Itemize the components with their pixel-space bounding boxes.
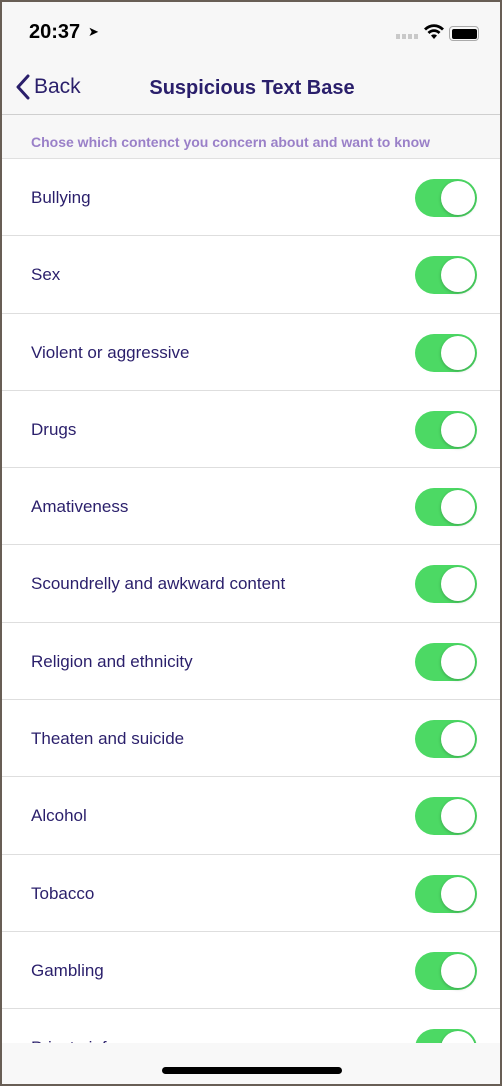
- item-label: Gambling: [31, 960, 104, 980]
- list-item: Sex: [2, 236, 500, 314]
- clock: 20:37: [29, 21, 81, 43]
- toggle-switch[interactable]: [415, 951, 477, 990]
- toggle-switch[interactable]: [415, 874, 477, 913]
- toggle-knob: [441, 876, 475, 911]
- item-label: Alcohol: [31, 806, 87, 826]
- list-item: Alcohol: [2, 777, 500, 855]
- toggle-knob: [441, 644, 475, 679]
- toggle-knob: [441, 335, 475, 370]
- toggle-switch[interactable]: [415, 410, 477, 449]
- toggle-switch[interactable]: [415, 797, 477, 836]
- toggle-switch[interactable]: [415, 179, 477, 217]
- item-label: Theaten and suicide: [31, 729, 185, 749]
- item-label: Scoundrelly and awkward content: [31, 574, 286, 594]
- item-label: Amativeness: [31, 497, 129, 517]
- list-item: Scoundrelly and awkward content: [2, 545, 500, 623]
- settings-list: Bullying Sex Violent or aggressive Drugs Ama…: [2, 159, 500, 1084]
- battery-icon: [449, 26, 479, 41]
- toggle-switch[interactable]: [415, 720, 477, 759]
- toggle-switch[interactable]: [415, 565, 477, 604]
- toggle-knob: [441, 181, 475, 215]
- home-indicator[interactable]: [162, 1067, 342, 1074]
- toggle-knob: [441, 412, 475, 447]
- list-item: Drugs: [2, 391, 500, 469]
- toggle-switch[interactable]: [415, 642, 477, 681]
- item-label: Drugs: [31, 419, 77, 439]
- list-item: Amativeness: [2, 468, 500, 546]
- toggle-knob: [441, 722, 475, 757]
- cellular-signal-icon: [396, 34, 420, 39]
- item-label: Sex: [31, 265, 61, 285]
- toggle-switch[interactable]: [415, 333, 477, 372]
- item-label: Religion and ethnicity: [31, 651, 193, 671]
- toggle-knob: [441, 490, 475, 525]
- wifi-icon: [424, 24, 444, 39]
- item-label: Tobacco: [31, 883, 95, 903]
- navigation-bar: Back Suspicious Text Base: [2, 60, 500, 115]
- toggle-switch[interactable]: [415, 256, 477, 295]
- item-label: Violent or aggressive: [31, 342, 190, 362]
- list-item: Tobacco: [2, 855, 500, 932]
- screen: 20:37 ➤ Back Suspicious Text Base Chose …: [2, 2, 500, 1084]
- toggle-knob: [441, 953, 475, 988]
- list-item: Bullying: [2, 159, 500, 237]
- status-bar: 20:37 ➤: [2, 2, 500, 60]
- list-item: Religion and ethnicity: [2, 623, 500, 701]
- toggle-knob: [441, 799, 475, 834]
- toggle-switch[interactable]: [415, 488, 477, 527]
- item-label: Bullying: [31, 188, 91, 207]
- page-title: Suspicious Text Base: [149, 77, 355, 99]
- list-item: Violent or aggressive: [2, 314, 500, 391]
- section-header: Chose which contenct you concern about a…: [2, 115, 500, 159]
- location-arrow-icon: ➤: [88, 24, 99, 39]
- list-item: Theaten and suicide: [2, 700, 500, 778]
- toggle-knob: [441, 258, 475, 293]
- toggle-knob: [441, 567, 475, 602]
- home-indicator-bar: [2, 1043, 500, 1084]
- list-item: Gambling: [2, 932, 500, 1010]
